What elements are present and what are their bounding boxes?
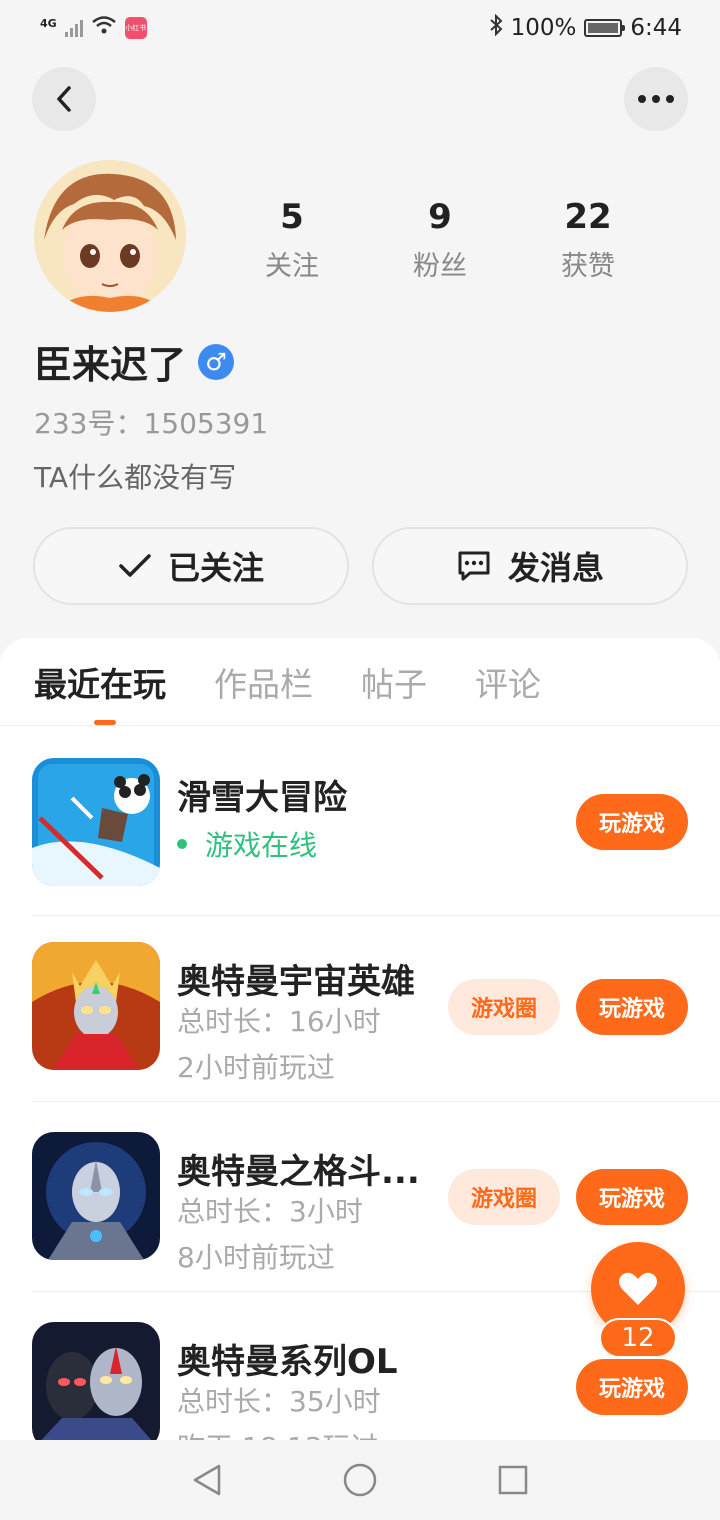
avatar[interactable] bbox=[34, 160, 186, 312]
game-total-duration: 总时长：3小时 bbox=[177, 1195, 363, 1228]
checkmark-icon bbox=[119, 554, 151, 577]
game-list-item[interactable]: 滑雪大冒险 游戏在线 玩游戏 bbox=[32, 726, 720, 916]
network-type: 4G bbox=[40, 16, 57, 30]
play-game-button[interactable]: 玩游戏 bbox=[576, 794, 688, 850]
game-icon-ultraman-hero bbox=[32, 942, 160, 1070]
tab-posts[interactable]: 帖子 bbox=[361, 658, 427, 706]
back-button[interactable] bbox=[32, 67, 96, 131]
more-dots-icon bbox=[638, 95, 674, 103]
game-circle-button[interactable]: 游戏圈 bbox=[448, 1169, 560, 1225]
triangle-back-icon bbox=[193, 1464, 220, 1496]
status-right: 100% 6:44 bbox=[489, 13, 682, 42]
game-online-status: 游戏在线 bbox=[177, 824, 317, 864]
user-bio: TA什么都没有写 bbox=[34, 461, 237, 494]
signal-icon bbox=[64, 19, 83, 37]
battery-percent: 100% bbox=[510, 15, 577, 41]
bluetooth-icon bbox=[489, 13, 503, 42]
nav-home-button[interactable] bbox=[330, 1450, 390, 1510]
game-list-item[interactable]: 奥特曼宇宙英雄 总时长：16小时 2小时前玩过 游戏圈 玩游戏 bbox=[32, 912, 720, 1102]
status-left: 4G 小红书 bbox=[40, 15, 147, 41]
square-recents-icon bbox=[499, 1465, 528, 1495]
game-icon-ultraman-fighting bbox=[32, 1132, 160, 1260]
stat-likes[interactable]: 22 获赞 bbox=[514, 196, 662, 283]
stat-likes-label: 获赞 bbox=[561, 251, 615, 282]
game-last-played: 2小时前玩过 bbox=[177, 1051, 335, 1084]
play-game-button[interactable]: 玩游戏 bbox=[576, 1169, 688, 1225]
tab-recently-played[interactable]: 最近在玩 bbox=[34, 658, 166, 706]
status-bar: 4G 小红书 100% 6:44 bbox=[0, 0, 720, 56]
stat-following[interactable]: 5 关注 bbox=[218, 196, 366, 283]
more-button[interactable] bbox=[624, 67, 688, 131]
game-total-duration: 总时长：35小时 bbox=[177, 1385, 381, 1418]
game-title: 滑雪大冒险 bbox=[177, 778, 347, 818]
game-title: 奥特曼系列OL bbox=[177, 1342, 398, 1382]
heart-icon bbox=[619, 1272, 657, 1305]
nav-back-button[interactable] bbox=[177, 1450, 237, 1510]
chevron-left-icon bbox=[57, 86, 71, 112]
game-title: 奥特曼之格斗... bbox=[177, 1152, 420, 1192]
game-icon-ski-adventure bbox=[32, 758, 160, 886]
profile-stats: 5 关注 9 粉丝 22 获赞 bbox=[218, 196, 662, 283]
stat-following-label: 关注 bbox=[265, 251, 319, 282]
like-count-badge: 12 bbox=[599, 1318, 677, 1358]
stat-likes-value: 22 bbox=[564, 197, 612, 237]
online-status-label: 游戏在线 bbox=[205, 829, 318, 862]
game-circle-button[interactable]: 游戏圈 bbox=[448, 979, 560, 1035]
user-id: 233号：1505391 bbox=[34, 407, 269, 440]
tab-comments[interactable]: 评论 bbox=[475, 658, 541, 706]
clock: 6:44 bbox=[630, 15, 682, 41]
play-game-button[interactable]: 玩游戏 bbox=[576, 979, 688, 1035]
circle-home-icon bbox=[343, 1463, 377, 1497]
send-message-label: 发消息 bbox=[507, 549, 604, 587]
tab-works[interactable]: 作品栏 bbox=[214, 658, 313, 706]
play-game-button[interactable]: 玩游戏 bbox=[576, 1359, 688, 1415]
followed-button[interactable]: 已关注 bbox=[33, 527, 349, 605]
active-tab-indicator bbox=[94, 720, 116, 725]
app-notification-icon: 小红书 bbox=[124, 17, 147, 39]
send-message-button[interactable]: 发消息 bbox=[372, 527, 688, 605]
username: 臣来迟了 bbox=[34, 343, 187, 387]
battery-icon bbox=[584, 19, 626, 37]
profile-tabs: 最近在玩 作品栏 帖子 评论 bbox=[0, 638, 720, 726]
wifi-icon bbox=[91, 15, 117, 41]
game-icon-ultraman-ol bbox=[32, 1322, 160, 1448]
game-total-duration: 总时长：16小时 bbox=[177, 1005, 381, 1038]
game-title: 奥特曼宇宙英雄 bbox=[177, 962, 415, 1002]
game-last-played: 8小时前玩过 bbox=[177, 1241, 335, 1274]
online-dot-icon bbox=[177, 839, 187, 849]
username-row: 臣来迟了 ♂ bbox=[34, 334, 235, 389]
nav-recents-button[interactable] bbox=[483, 1450, 543, 1510]
stat-following-value: 5 bbox=[280, 197, 304, 237]
system-navigation-bar bbox=[0, 1440, 720, 1520]
stat-fans-label: 粉丝 bbox=[413, 251, 467, 282]
chat-bubble-icon bbox=[458, 551, 490, 581]
stat-fans[interactable]: 9 粉丝 bbox=[366, 196, 514, 283]
male-gender-icon: ♂ bbox=[198, 343, 235, 380]
followed-button-label: 已关注 bbox=[167, 549, 264, 587]
stat-fans-value: 9 bbox=[428, 197, 452, 237]
